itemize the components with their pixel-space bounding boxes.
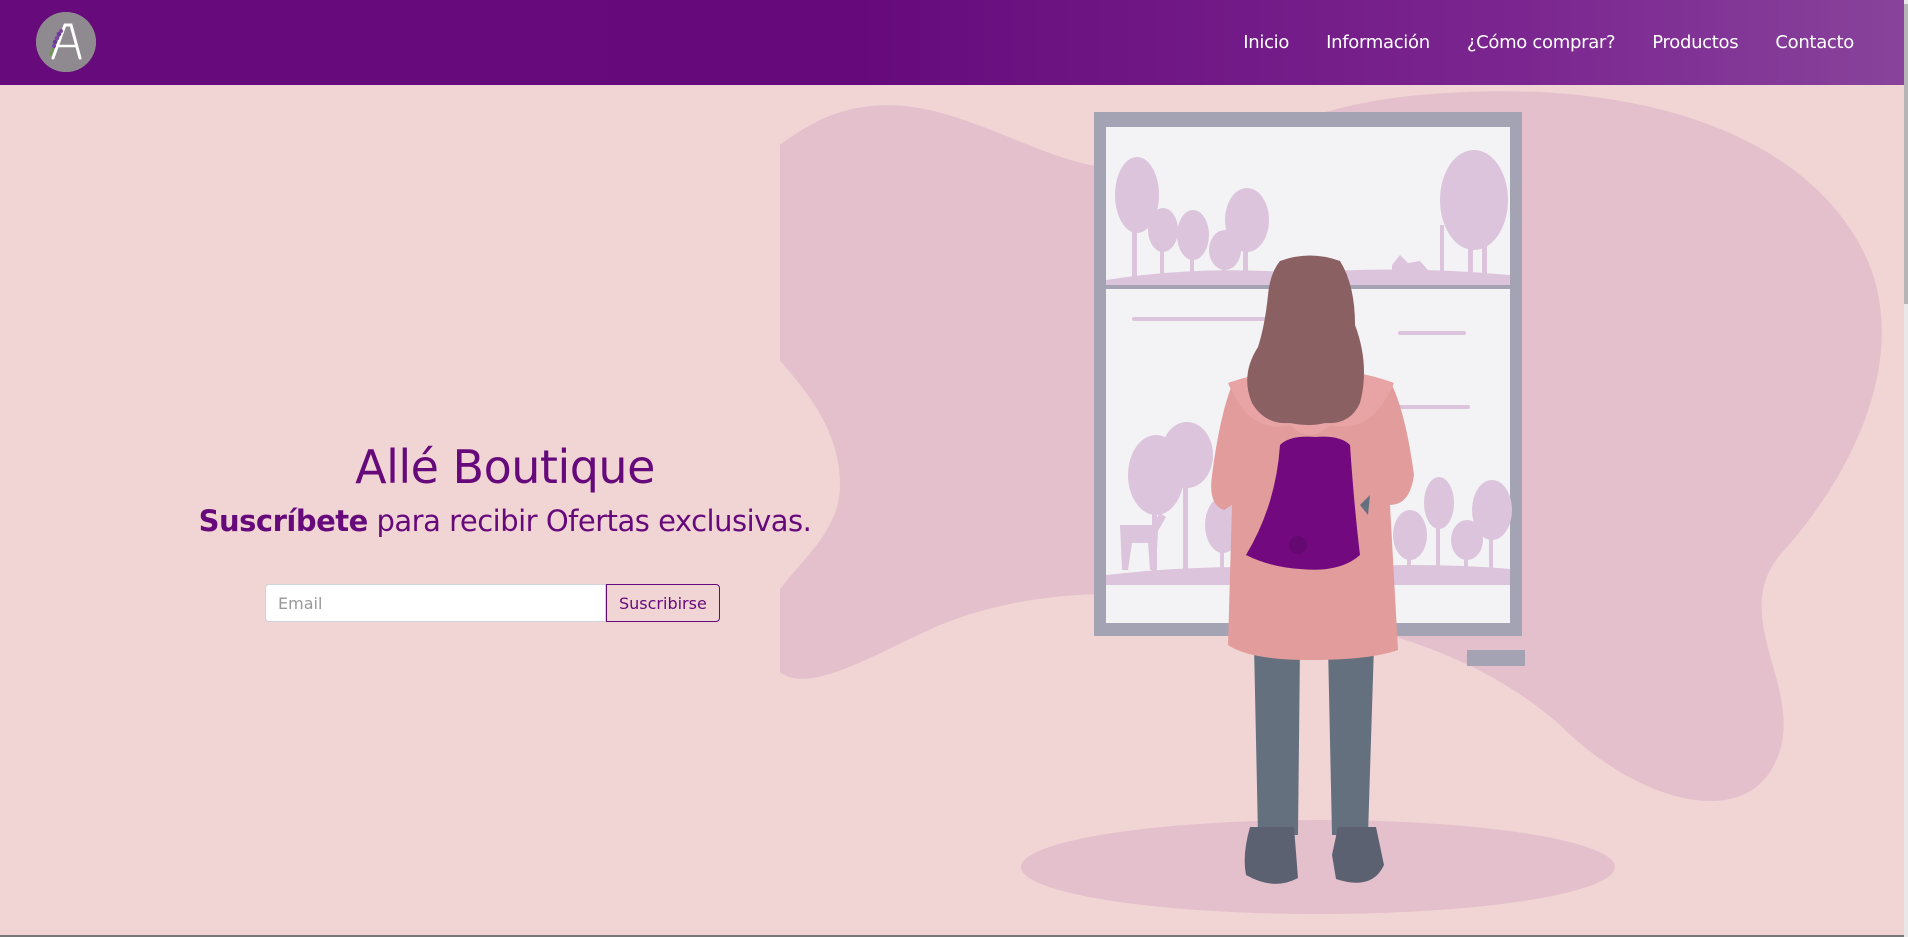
nav-link-productos[interactable]: Productos: [1652, 32, 1738, 53]
hero-illustration: [780, 85, 1904, 937]
floor-shadow: [1021, 820, 1615, 914]
scrollbar-thumb[interactable]: [1904, 4, 1908, 304]
nav-link-inicio[interactable]: Inicio: [1243, 32, 1289, 53]
nav-links: Inicio Información ¿Cómo comprar? Produc…: [1243, 0, 1854, 85]
lavender-a-monogram-icon: [36, 12, 96, 72]
hero-subtitle: Suscríbete para recibir Ofertas exclusiv…: [150, 504, 860, 538]
subscribe-button[interactable]: Suscribirse: [606, 584, 720, 622]
hero-title: Allé Boutique: [355, 440, 655, 494]
nav-link-como-comprar[interactable]: ¿Cómo comprar?: [1467, 32, 1616, 53]
top-navbar: Inicio Información ¿Cómo comprar? Produc…: [0, 0, 1904, 85]
brand-logo[interactable]: [36, 12, 96, 72]
hero-subtitle-bold: Suscríbete: [198, 504, 369, 538]
nav-link-informacion[interactable]: Información: [1326, 32, 1430, 53]
girl-looking-through-window-illustration: [780, 91, 1882, 914]
email-field[interactable]: [265, 584, 606, 622]
nav-link-contacto[interactable]: Contacto: [1775, 32, 1854, 53]
hero-subtitle-rest: para recibir Ofertas exclusivas.: [367, 504, 812, 538]
page-scrollbar[interactable]: [1904, 0, 1908, 937]
hero-section: Allé Boutique Suscríbete para recibir Of…: [150, 440, 860, 538]
window-sill-tab: [1467, 650, 1525, 666]
subscribe-form: Suscribirse: [265, 584, 720, 622]
